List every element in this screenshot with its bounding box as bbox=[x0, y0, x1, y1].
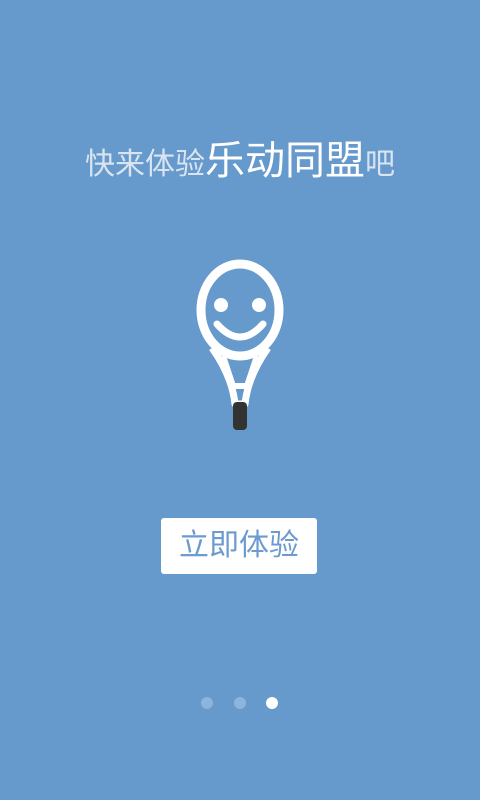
racket-smile bbox=[213, 320, 267, 341]
page-indicator bbox=[0, 697, 480, 709]
headline-prefix: 快来体验 bbox=[85, 147, 205, 182]
try-now-button[interactable]: 立即体验 bbox=[161, 518, 317, 574]
page-dot-1[interactable] bbox=[201, 697, 213, 709]
racket-handle bbox=[233, 402, 247, 430]
page-dot-2[interactable] bbox=[234, 697, 246, 709]
racket-left-eye bbox=[214, 298, 228, 312]
smiling-tennis-racket-icon bbox=[196, 259, 284, 430]
headline-suffix: 吧 bbox=[365, 147, 395, 182]
racket-head bbox=[196, 259, 284, 361]
page-dot-3-active[interactable] bbox=[266, 697, 278, 709]
headline-brand: 乐动同盟 bbox=[205, 138, 365, 184]
welcome-headline: 快来体验乐动同盟吧 bbox=[0, 128, 480, 186]
racket-right-eye bbox=[252, 298, 266, 312]
